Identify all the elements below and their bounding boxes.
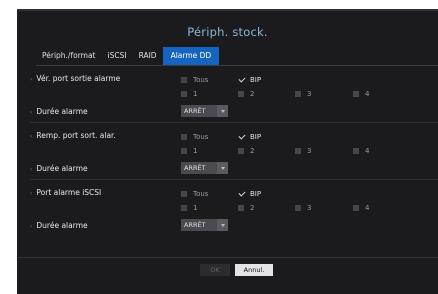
section-label: › Vér. port sortie alarme (30, 74, 120, 83)
checkbox-bip-label: BIP (250, 76, 262, 84)
checkbox-all[interactable]: Tous (181, 133, 208, 141)
chevron-down-icon (217, 219, 228, 231)
checkbox-box-icon (181, 91, 187, 97)
checkbox-bip-label: BIP (250, 133, 262, 141)
checkbox-bip[interactable]: BIP (238, 190, 261, 198)
section-label-text: Remp. port sort. alar. (36, 131, 116, 140)
footer-divider (17, 257, 438, 258)
checkbox-box-icon (181, 134, 187, 140)
checkbox-port-1[interactable]: 1 (181, 90, 197, 98)
section-divider (30, 179, 438, 180)
section-label-text: Vér. port sortie alarme (36, 74, 121, 83)
chevron-right-icon: › (30, 223, 33, 230)
section-label-text: Port alarme iSCSI (36, 188, 102, 197)
tab-device-format[interactable]: Périph./format (36, 47, 102, 65)
duration-label-text: Durée alarme (36, 164, 88, 173)
checkbox-port-1[interactable]: 1 (181, 204, 197, 212)
checkbox-port-label: 2 (250, 147, 255, 155)
checkbox-box-icon (295, 205, 301, 211)
ok-button[interactable]: OK (200, 264, 230, 276)
duration-label-text: Durée alarme (36, 221, 88, 230)
checkbox-port-label: 1 (193, 147, 198, 155)
duration-label: › Durée alarme (30, 164, 88, 173)
checkbox-port-3[interactable]: 3 (295, 90, 311, 98)
checkbox-port-label: 3 (307, 90, 312, 98)
chevron-right-icon: › (30, 166, 33, 173)
tab-underline (36, 65, 438, 66)
checkbox-port-2[interactable]: 2 (238, 147, 254, 155)
checkmark-icon (238, 76, 246, 84)
section-label: › Port alarme iSCSI (30, 188, 101, 197)
checkbox-all[interactable]: Tous (181, 190, 208, 198)
checkbox-box-icon (181, 77, 187, 83)
checkbox-port-label: 2 (250, 90, 255, 98)
checkbox-port-2[interactable]: 2 (238, 204, 254, 212)
checkbox-all-label: Tous (193, 133, 209, 141)
chevron-down-icon (217, 162, 228, 174)
checkbox-bip-label: BIP (250, 190, 262, 198)
duration-label: › Durée alarme (30, 221, 88, 230)
checkbox-box-icon (295, 148, 301, 154)
checkbox-port-4[interactable]: 4 (353, 204, 369, 212)
cancel-button[interactable]: Annul. (235, 264, 273, 276)
checkbox-box-icon (353, 91, 359, 97)
checkbox-port-label: 2 (250, 204, 255, 212)
chevron-down-icon (217, 105, 228, 117)
checkbox-port-label: 1 (193, 90, 198, 98)
chevron-right-icon: › (30, 133, 33, 140)
dialog-title: Périph. stock. (187, 25, 268, 39)
checkbox-port-label: 3 (307, 147, 312, 155)
checkbox-box-icon (353, 205, 359, 211)
checkbox-port-4[interactable]: 4 (353, 90, 369, 98)
duration-select-value: ARRÊT (184, 221, 206, 229)
checkmark-icon (238, 133, 246, 141)
tab-iscsi[interactable]: iSCSI (102, 47, 133, 65)
chevron-right-icon: › (30, 109, 33, 116)
tab-hdd-alarm[interactable]: Alarme DD (162, 47, 220, 65)
checkbox-port-label: 4 (365, 204, 370, 212)
storage-device-dialog: Périph. stock. Périph./format iSCSI RAID… (17, 9, 438, 294)
checkbox-port-2[interactable]: 2 (238, 90, 254, 98)
checkbox-port-label: 4 (365, 90, 370, 98)
checkbox-box-icon (295, 91, 301, 97)
checkbox-box-icon (181, 191, 187, 197)
checkmark-icon (238, 190, 246, 198)
checkbox-all-label: Tous (193, 76, 209, 84)
checkbox-port-label: 4 (365, 147, 370, 155)
checkbox-box-icon (353, 148, 359, 154)
checkbox-port-1[interactable]: 1 (181, 147, 197, 155)
checkbox-box-icon (238, 148, 244, 154)
checkbox-box-icon (238, 91, 244, 97)
tab-raid[interactable]: RAID (133, 47, 163, 65)
duration-label: › Durée alarme (30, 107, 88, 116)
duration-label-text: Durée alarme (36, 107, 88, 116)
duration-select-value: ARRÊT (184, 164, 206, 172)
checkbox-bip[interactable]: BIP (238, 76, 261, 84)
checkbox-port-3[interactable]: 3 (295, 204, 311, 212)
chevron-right-icon: › (30, 76, 33, 83)
duration-select[interactable]: ARRÊT (181, 105, 228, 117)
checkbox-bip[interactable]: BIP (238, 133, 261, 141)
checkbox-all[interactable]: Tous (181, 76, 208, 84)
section-divider (30, 122, 438, 123)
checkbox-box-icon (238, 205, 244, 211)
checkbox-port-3[interactable]: 3 (295, 147, 311, 155)
alarm-section-iscsi-port: › Port alarme iSCSI Tous BIP 1 2 3 4 › Dur… (17, 187, 438, 231)
checkbox-port-label: 1 (193, 204, 198, 212)
duration-select[interactable]: ARRÊT (181, 219, 228, 231)
checkbox-box-icon (181, 205, 187, 211)
section-label: › Remp. port sort. alar. (30, 131, 116, 140)
duration-select[interactable]: ARRÊT (181, 162, 228, 174)
checkbox-port-label: 3 (307, 204, 312, 212)
tab-bar: Périph./format iSCSI RAID Alarme DD (36, 47, 220, 65)
alarm-section-check-port: › Vér. port sortie alarme Tous BIP 1 2 3 … (17, 73, 438, 117)
checkbox-box-icon (181, 148, 187, 154)
checkbox-port-4[interactable]: 4 (353, 147, 369, 155)
checkbox-all-label: Tous (193, 190, 209, 198)
chevron-right-icon: › (30, 190, 33, 197)
alarm-section-replace-port: › Remp. port sort. alar. Tous BIP 1 2 3 4… (17, 130, 438, 174)
duration-select-value: ARRÊT (184, 107, 206, 115)
